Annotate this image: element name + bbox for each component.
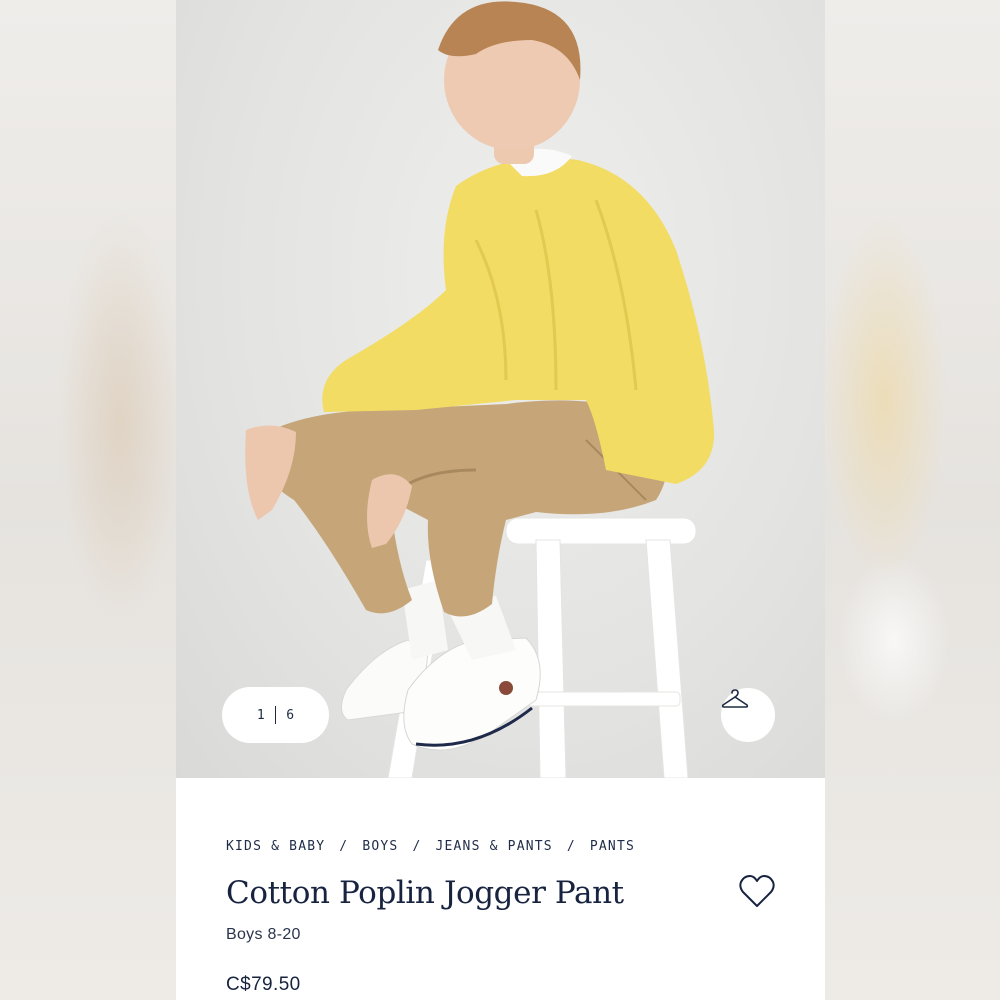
breadcrumb-separator: / bbox=[339, 839, 349, 854]
pager-current: 1 bbox=[256, 707, 265, 723]
breadcrumb-item-kids-baby[interactable]: KIDS & BABY bbox=[226, 839, 325, 854]
product-price: C$79.50 bbox=[226, 974, 301, 995]
background-blur-right bbox=[824, 0, 1000, 1000]
product-title: Cotton Poplin Jogger Pant bbox=[226, 875, 624, 911]
pager-divider bbox=[274, 706, 277, 724]
breadcrumb-item-pants[interactable]: PANTS bbox=[590, 839, 635, 854]
hanger-icon bbox=[721, 689, 749, 708]
product-image[interactable]: 1 6 bbox=[176, 0, 825, 778]
breadcrumb-separator: / bbox=[412, 839, 422, 854]
product-photo-illustration bbox=[245, 1, 715, 778]
product-size-range: Boys 8-20 bbox=[226, 926, 301, 943]
breadcrumb: KIDS & BABY / BOYS / JEANS & PANTS / PAN… bbox=[226, 839, 635, 854]
breadcrumb-separator: / bbox=[566, 839, 576, 854]
heart-icon bbox=[739, 875, 775, 907]
product-details: KIDS & BABY / BOYS / JEANS & PANTS / PAN… bbox=[176, 778, 825, 1000]
pager-total: 6 bbox=[286, 707, 295, 723]
try-on-button[interactable] bbox=[721, 688, 775, 742]
image-pager[interactable]: 1 6 bbox=[222, 687, 329, 743]
background-blur-left bbox=[0, 0, 176, 1000]
breadcrumb-item-jeans-pants[interactable]: JEANS & PANTS bbox=[435, 839, 552, 854]
wishlist-button[interactable] bbox=[738, 874, 776, 910]
product-page: 1 6 KIDS & BABY / BOYS / JEANS & PANTS /… bbox=[176, 0, 825, 1000]
breadcrumb-item-boys[interactable]: BOYS bbox=[362, 839, 398, 854]
